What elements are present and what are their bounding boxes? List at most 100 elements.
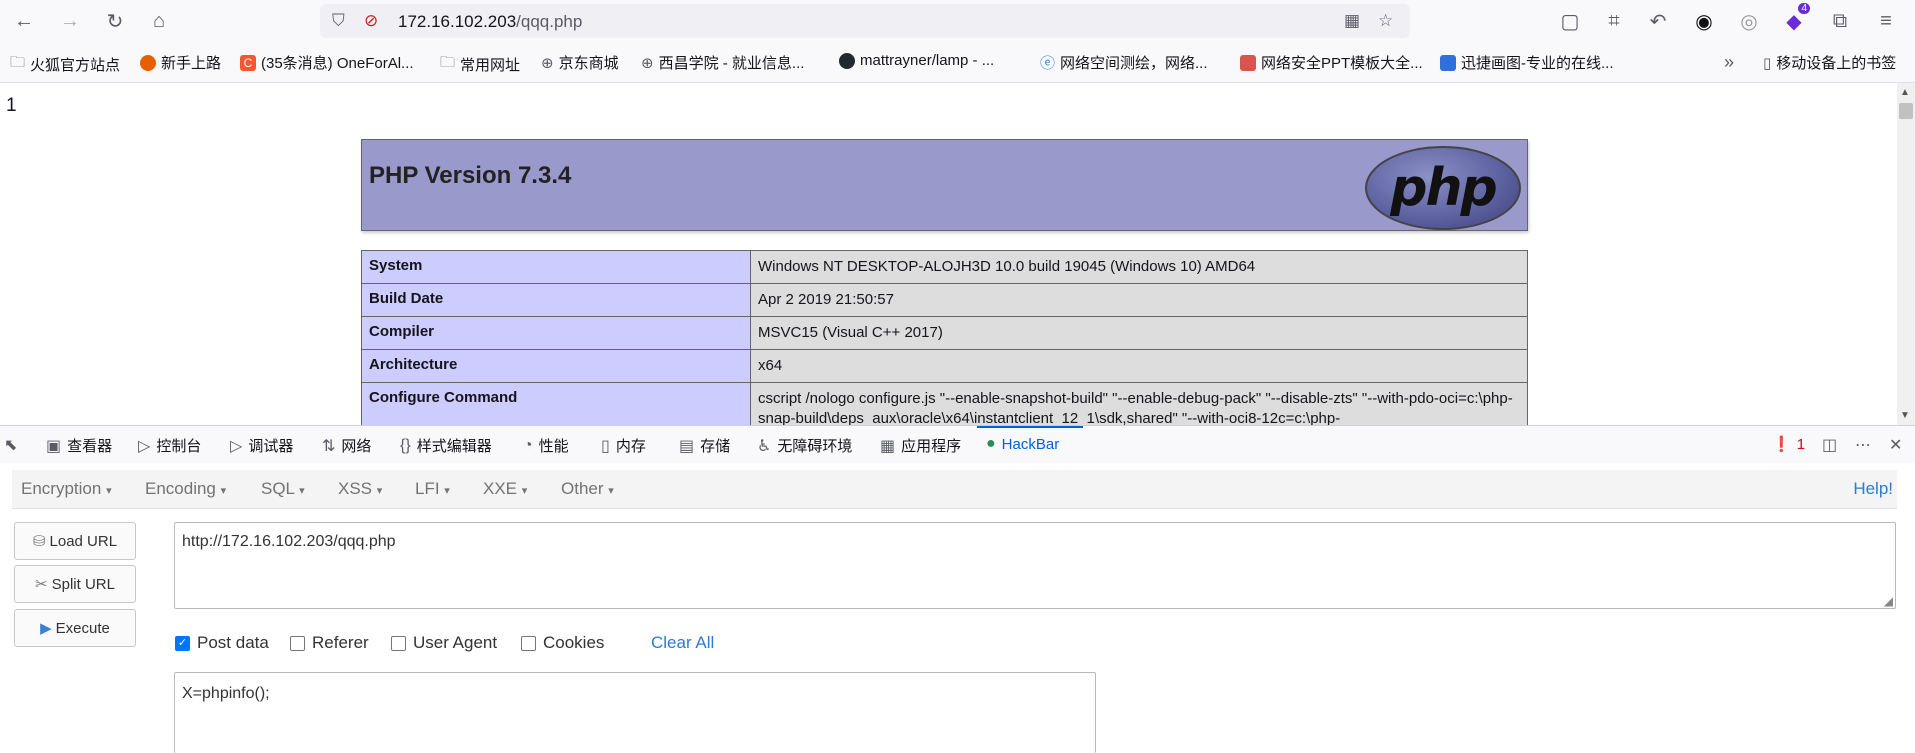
github-icon	[839, 52, 855, 69]
tab-memory[interactable]: ▯ 内存	[601, 435, 646, 456]
tab-console[interactable]: ▷ 控制台	[138, 435, 201, 456]
menu-label: Encryption	[21, 479, 102, 498]
post-data-checkbox[interactable]: ✓ Post data	[175, 633, 269, 653]
tab-label: 样式编辑器	[416, 438, 492, 455]
extension-hackbar-icon[interactable]: ◆ 4	[1780, 3, 1810, 35]
performance-icon: ◔	[523, 436, 533, 454]
load-url-button[interactable]: ⛁ Load URL	[14, 522, 136, 560]
shield-icon[interactable]: ⛉	[332, 11, 345, 31]
phpinfo-table: System Windows NT DESKTOP-ALOJH3D 10.0 bu…	[361, 250, 1528, 425]
tab-hackbar[interactable]: ● HackBar	[986, 435, 1059, 453]
forward-icon[interactable]: →	[56, 7, 84, 35]
scroll-down-icon[interactable]: ▼	[1900, 410, 1910, 421]
bookmarks-overflow-chevron-icon[interactable]: »	[1724, 52, 1734, 73]
element-picker-icon[interactable]: ⬉	[4, 435, 17, 455]
post-data-value: X=phpinfo();	[182, 685, 270, 702]
referer-checkbox[interactable]: Referer	[290, 633, 369, 653]
dock-side-icon[interactable]: ◫	[1822, 435, 1837, 455]
hackbar-icon: ●	[986, 435, 996, 452]
undo-icon[interactable]: ↶	[1644, 7, 1672, 35]
post-data-textarea[interactable]: X=phpinfo();	[174, 672, 1096, 753]
scissors-icon: ✂	[35, 576, 48, 593]
extension-circle-icon[interactable]: ◎	[1735, 7, 1763, 35]
close-devtools-icon[interactable]: ✕	[1889, 435, 1902, 455]
clear-all-link[interactable]: Clear All	[651, 633, 714, 653]
url-bar[interactable]: ⛉ ⊘ 172.16.102.203/qqq.php ▦ ☆	[320, 4, 1410, 38]
bookmark-item-mobile[interactable]: ▯ 移动设备上的书签	[1763, 52, 1896, 73]
debugger-icon: ▷	[230, 437, 243, 455]
execute-button[interactable]: ▶ Execute	[14, 609, 136, 647]
menu-lfi[interactable]: LFI ▾	[415, 479, 450, 499]
caret-down-icon: ▾	[106, 485, 112, 497]
tab-style-editor[interactable]: {} 样式编辑器	[400, 435, 492, 456]
bookmark-label: 常用网址	[460, 57, 521, 74]
split-url-button[interactable]: ✂ Split URL	[14, 565, 136, 603]
bookmark-star-icon[interactable]: ☆	[1378, 11, 1393, 31]
extension-tampermonkey-icon[interactable]: ◉	[1690, 7, 1718, 35]
tab-network[interactable]: ⇅ 网络	[322, 435, 371, 456]
globe-icon: ⊕	[541, 54, 554, 72]
menu-other[interactable]: Other ▾	[561, 479, 614, 499]
active-tab-indicator	[977, 426, 1083, 428]
user-agent-checkbox[interactable]: User Agent	[391, 633, 497, 653]
bookmark-item[interactable]: 迅捷画图-专业的在线...	[1440, 52, 1614, 73]
resize-handle-icon[interactable]: ◢	[1884, 594, 1893, 608]
php-logo-text: php	[1390, 158, 1497, 218]
bookmark-item[interactable]: 网络安全PPT模板大全...	[1240, 52, 1423, 73]
search-engine-icon: ⓔ	[1040, 55, 1056, 72]
error-count-badge[interactable]: ❗ 1	[1772, 435, 1805, 454]
bookmark-label: 网络空间测绘，网络...	[1060, 55, 1208, 72]
page-scrollbar[interactable]: ▲ ▼	[1897, 83, 1915, 425]
bookmark-item[interactable]: mattrayner/lamp - ...	[839, 52, 994, 69]
checkbox-label: User Agent	[413, 633, 498, 652]
error-icon: ❗	[1772, 436, 1791, 453]
menu-encoding[interactable]: Encoding ▾	[145, 479, 226, 499]
cookies-checkbox[interactable]: Cookies	[521, 633, 604, 653]
tab-accessibility[interactable]: ♿ 无障碍环境	[757, 435, 852, 456]
checkbox-icon	[290, 635, 305, 651]
tab-inspector[interactable]: ▣ 查看器	[46, 435, 112, 456]
csdn-icon: C	[240, 54, 256, 71]
table-row: Configure Command cscript /nologo configu…	[361, 382, 1528, 425]
scrollbar-thumb[interactable]	[1899, 103, 1913, 119]
insecure-lock-icon[interactable]: ⊘	[364, 11, 378, 31]
qr-code-icon[interactable]: ▦	[1344, 11, 1360, 31]
menu-sql[interactable]: SQL ▾	[261, 479, 305, 499]
row-value: MSVC15 (Visual C++ 2017)	[750, 316, 1528, 350]
crop-icon[interactable]: ⌗	[1600, 7, 1628, 35]
tab-label: 应用程序	[901, 438, 962, 455]
extensions-puzzle-icon[interactable]: ⧉	[1826, 7, 1854, 35]
button-label: Split URL	[51, 575, 115, 593]
table-row: Compiler MSVC15 (Visual C++ 2017)	[361, 316, 1528, 350]
bookmark-item[interactable]: 🗀 常用网址	[440, 52, 520, 77]
bookmark-item[interactable]: ⊕ 京东商城	[541, 52, 619, 73]
more-options-icon[interactable]: ⋯	[1855, 435, 1871, 455]
home-icon[interactable]: ⌂	[145, 7, 173, 35]
row-value: Apr 2 2019 21:50:57	[750, 283, 1528, 317]
page-content: 1 PHP Version 7.3.4 php System Windows NT…	[0, 83, 1897, 425]
url-textarea[interactable]: http://172.16.102.203/qqq.php ◢	[174, 522, 1896, 609]
menu-xss[interactable]: XSS ▾	[338, 479, 382, 499]
devtools-toolbar: ⬉ ▣ 查看器 ▷ 控制台 ▷ 调试器 ⇅ 网络 {} 样式编辑器 ◔ 性能 ▯ 内存 ▤ 存储…	[0, 425, 1915, 464]
scroll-up-icon[interactable]: ▲	[1900, 87, 1910, 98]
menu-hamburger-icon[interactable]: ≡	[1872, 7, 1900, 35]
php-logo[interactable]: php	[1365, 146, 1521, 230]
bookmark-item[interactable]: 新手上路	[140, 52, 221, 73]
tab-application[interactable]: ▦ 应用程序	[880, 435, 961, 456]
bookmark-item[interactable]: C (35条消息) OneForAl...	[240, 52, 414, 73]
tab-debugger[interactable]: ▷ 调试器	[230, 435, 293, 456]
menu-label: SQL	[261, 479, 295, 498]
reload-icon[interactable]: ↻	[101, 7, 129, 35]
help-link[interactable]: Help!	[1853, 479, 1893, 499]
menu-encryption[interactable]: Encryption ▾	[21, 479, 112, 499]
menu-xxe[interactable]: XXE ▾	[483, 479, 527, 499]
bookmark-item[interactable]: ⓔ 网络空间测绘，网络...	[1040, 52, 1208, 73]
reader-icon[interactable]: ▢	[1556, 7, 1584, 35]
back-icon[interactable]: ←	[10, 7, 38, 35]
network-icon: ⇅	[322, 437, 336, 455]
tab-storage[interactable]: ▤ 存储	[679, 435, 730, 456]
bookmark-item[interactable]: 🗀 火狐官方站点	[10, 52, 120, 77]
bookmark-item[interactable]: ⊕ 西昌学院 - 就业信息...	[641, 52, 804, 73]
tab-performance[interactable]: ◔ 性能	[523, 435, 569, 456]
url-text[interactable]: 172.16.102.203/qqq.php	[398, 12, 582, 32]
